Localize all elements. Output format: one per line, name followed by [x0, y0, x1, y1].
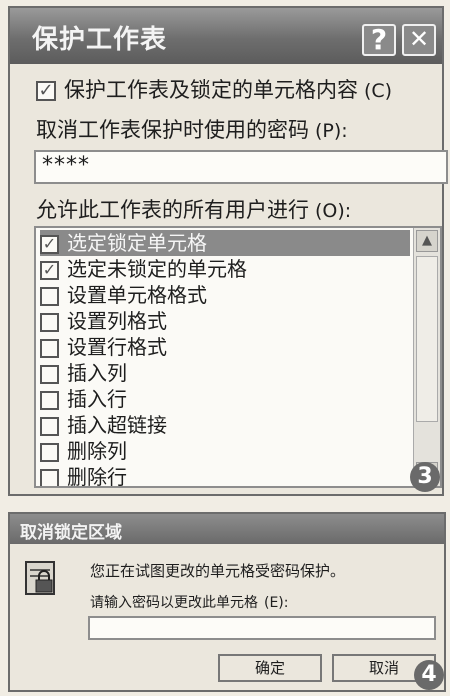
permission-label: 选定未锁定的单元格	[67, 257, 247, 281]
protect-contents-checkbox[interactable]: ✓	[36, 81, 56, 101]
password-shortcut: (P):	[315, 120, 348, 142]
permission-checkbox[interactable]	[40, 443, 59, 462]
permission-item[interactable]: 删除列	[40, 438, 410, 464]
unlock-dialog-titlebar[interactable]: 取消锁定区域	[10, 514, 444, 544]
permission-item[interactable]: 插入行	[40, 386, 410, 412]
permission-checkbox[interactable]: ✓	[40, 235, 59, 254]
scroll-up-icon[interactable]: ▲	[416, 230, 438, 252]
permission-item[interactable]: 设置列格式	[40, 308, 410, 334]
permission-checkbox[interactable]	[40, 339, 59, 358]
permission-item[interactable]: 插入超链接	[40, 412, 410, 438]
permission-checkbox[interactable]	[40, 313, 59, 332]
scroll-thumb[interactable]	[416, 256, 438, 422]
unlock-password-input[interactable]	[88, 616, 436, 640]
protect-contents-checkbox-row[interactable]: ✓ 保护工作表及锁定的单元格内容 (C)	[36, 74, 392, 104]
permission-checkbox[interactable]	[40, 417, 59, 436]
step-badge-3: 3	[410, 462, 440, 492]
ok-button[interactable]: 确定	[218, 654, 322, 682]
permission-label: 插入行	[67, 387, 127, 411]
protect-dialog-titlebar[interactable]: 保护工作表 ? ✕	[10, 8, 442, 64]
permission-label: 删除行	[67, 465, 127, 488]
permission-label: 设置单元格格式	[67, 283, 207, 307]
protect-contents-label: 保护工作表及锁定的单元格内容	[64, 78, 358, 102]
permission-checkbox[interactable]	[40, 469, 59, 486]
help-button[interactable]: ?	[362, 24, 396, 56]
unlock-message: 您正在试图更改的单元格受密码保护。	[90, 562, 346, 580]
permission-label: 插入列	[67, 361, 127, 385]
permission-item[interactable]: 插入列	[40, 360, 410, 386]
permission-item[interactable]: ✓ 选定未锁定的单元格	[40, 256, 410, 282]
permission-item[interactable]: 设置行格式	[40, 334, 410, 360]
permission-checkbox[interactable]	[40, 391, 59, 410]
permission-checkbox[interactable]	[40, 365, 59, 384]
protect-sheet-dialog: 保护工作表 ? ✕ ✓ 保护工作表及锁定的单元格内容 (C) 取消工作表保护时使用的…	[8, 6, 448, 496]
allow-label-row: 允许此工作表的所有用户进行 (O):	[36, 194, 351, 224]
password-label: 取消工作表保护时使用的密码	[36, 118, 309, 142]
permission-item[interactable]: ✓ 选定锁定单元格	[40, 230, 410, 256]
permission-checkbox[interactable]: ✓	[40, 261, 59, 280]
step-badge-4: 4	[414, 660, 444, 690]
permission-item[interactable]: 删除行	[40, 464, 410, 488]
permission-item[interactable]: 设置单元格格式	[40, 282, 410, 308]
protect-contents-shortcut: (C)	[364, 80, 393, 102]
unlock-prompt-label: 请输入密码以更改此单元格	[90, 595, 258, 611]
permission-label: 删除列	[67, 439, 127, 463]
permission-label: 选定锁定单元格	[67, 231, 207, 255]
allow-shortcut: (O):	[315, 200, 352, 222]
password-label-row: 取消工作表保护时使用的密码 (P):	[36, 114, 348, 144]
unlock-range-dialog: 取消锁定区域 您正在试图更改的单元格受密码保护。 请输入密码以更改此单元格 (E)…	[8, 512, 446, 692]
allow-label: 允许此工作表的所有用户进行	[36, 198, 309, 222]
close-button[interactable]: ✕	[402, 24, 436, 56]
unlock-prompt-row: 请输入密码以更改此单元格 (E):	[90, 592, 289, 612]
permissions-list[interactable]: ✓ 选定锁定单元格 ✓ 选定未锁定的单元格 设置单元格格式 设置列格式 设置行格式 …	[34, 226, 442, 488]
unlock-dialog-title: 取消锁定区域	[20, 523, 122, 543]
permissions-scrollbar[interactable]: ▲ ▼	[413, 228, 440, 486]
protect-dialog-title: 保护工作表	[32, 25, 168, 55]
permission-label: 插入超链接	[67, 413, 167, 437]
permission-checkbox[interactable]	[40, 287, 59, 306]
permission-label: 设置行格式	[67, 335, 167, 359]
unlock-prompt-shortcut: (E):	[264, 595, 289, 611]
password-input[interactable]: ****	[34, 150, 448, 184]
permission-label: 设置列格式	[67, 309, 167, 333]
lock-icon	[25, 561, 55, 595]
